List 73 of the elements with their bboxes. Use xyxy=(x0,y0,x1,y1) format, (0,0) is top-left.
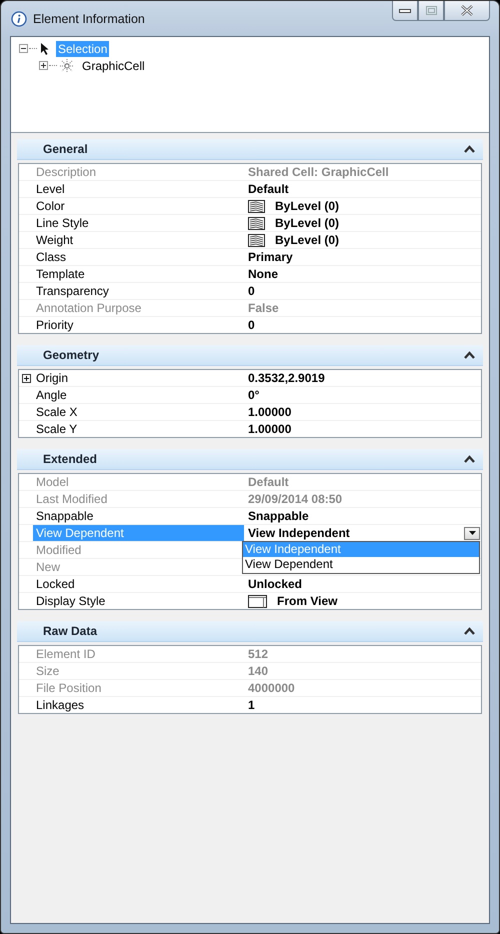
section-title: Raw Data xyxy=(43,624,98,638)
property-value: 0.3532,2.9019 xyxy=(248,371,325,385)
collapse-chevron-icon[interactable] xyxy=(464,627,475,635)
property-value: 1.00000 xyxy=(248,405,292,419)
property-value: Default xyxy=(248,182,289,196)
section-header[interactable]: Geometry xyxy=(17,345,483,366)
collapse-chevron-icon[interactable] xyxy=(464,145,475,153)
tree-item[interactable]: GraphicCell xyxy=(80,58,147,74)
property-value: 4000000 xyxy=(248,681,295,695)
property-value: View Independent xyxy=(248,526,350,540)
property-value: 29/09/2014 08:50 xyxy=(248,492,342,506)
property-label[interactable]: Scale Y xyxy=(33,421,244,437)
minimize-icon xyxy=(399,8,411,14)
property-value: Default xyxy=(248,475,289,489)
layers-icon xyxy=(248,200,265,212)
info-icon xyxy=(11,10,27,26)
property-label[interactable]: Linkages xyxy=(33,697,244,713)
property-label[interactable]: Priority xyxy=(33,317,244,333)
collapse-chevron-icon[interactable] xyxy=(464,455,475,463)
section-title: General xyxy=(43,142,88,156)
section-title: Geometry xyxy=(43,348,100,362)
property-label[interactable]: Class xyxy=(33,249,244,265)
property-label[interactable]: Line Style xyxy=(33,215,244,231)
property-label[interactable]: Origin xyxy=(33,370,244,386)
property-value: 512 xyxy=(248,647,268,661)
property-value: From View xyxy=(277,594,338,608)
section-header[interactable]: Extended xyxy=(17,449,483,470)
property-label[interactable]: Level xyxy=(33,181,244,197)
property-value: ByLevel (0) xyxy=(275,233,340,247)
collapse-chevron-icon[interactable] xyxy=(464,351,475,359)
minimize-button[interactable] xyxy=(392,1,418,21)
window-title: Element Information xyxy=(33,12,145,26)
section-title: Extended xyxy=(43,452,98,466)
collapse-icon[interactable] xyxy=(19,44,28,53)
property-label[interactable]: Snappable xyxy=(33,508,244,524)
caret-icon xyxy=(468,531,476,535)
property-value: Unlocked xyxy=(248,577,302,591)
cell-icon xyxy=(60,58,74,72)
property-label[interactable]: Display Style xyxy=(33,593,244,609)
expand-icon[interactable] xyxy=(22,374,31,382)
property-value: Primary xyxy=(248,250,293,264)
dropdown-option[interactable]: View Dependent xyxy=(243,557,479,572)
property-value: 0° xyxy=(248,388,260,402)
property-value: 0 xyxy=(248,284,255,298)
pointer-icon xyxy=(40,42,50,56)
close-icon xyxy=(460,5,474,16)
property-value: Shared Cell: GraphicCell xyxy=(248,165,389,179)
property-label[interactable]: Weight xyxy=(33,232,244,248)
property-value: 0 xyxy=(248,318,255,332)
property-label[interactable]: Scale X xyxy=(33,404,244,420)
property-value: 1.00000 xyxy=(248,422,292,436)
property-label[interactable]: Template xyxy=(33,266,244,282)
display-style-icon xyxy=(248,594,267,608)
expand-icon[interactable] xyxy=(39,61,48,70)
property-label[interactable]: Angle xyxy=(33,387,244,403)
property-label[interactable]: Locked xyxy=(33,576,244,592)
property-value: None xyxy=(248,267,278,281)
maximize-icon xyxy=(426,6,436,15)
section-header[interactable]: General xyxy=(17,139,483,160)
property-value: 1 xyxy=(248,698,255,712)
maximize-button[interactable] xyxy=(418,1,444,21)
property-label[interactable]: Transparency xyxy=(33,283,244,299)
close-button[interactable] xyxy=(444,1,490,21)
dropdown-button[interactable] xyxy=(464,526,480,540)
layers-icon xyxy=(248,234,265,246)
property-value: ByLevel (0) xyxy=(275,199,340,213)
property-value: 140 xyxy=(248,664,268,678)
property-value: ByLevel (0) xyxy=(275,216,340,230)
section-header[interactable]: Raw Data xyxy=(17,621,483,642)
property-value: Snappable xyxy=(248,509,309,523)
layers-icon xyxy=(248,216,265,230)
property-value: False xyxy=(248,301,279,315)
property-label[interactable]: Color xyxy=(33,198,244,214)
